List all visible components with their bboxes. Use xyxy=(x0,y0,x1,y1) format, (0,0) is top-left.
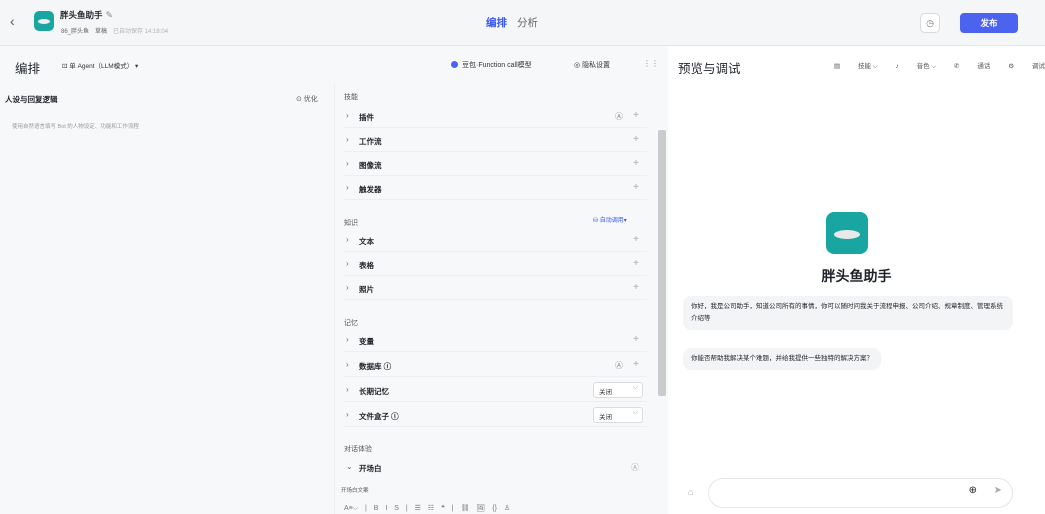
add-icon[interactable]: + xyxy=(633,334,639,345)
bot-title: 胖头鱼助手 ✎ xyxy=(60,10,114,20)
add-icon[interactable]: + xyxy=(633,134,639,145)
knowledge-item-text[interactable]: › 文本 + xyxy=(344,230,647,252)
persona-placeholder: 使用自然语言填写 Bot 的人物设定、功能和工作流程 xyxy=(12,124,139,130)
tab-arrange[interactable]: 编排 xyxy=(486,17,507,29)
skill-item-workflow[interactable]: › 工作流 + xyxy=(344,130,647,152)
clear-icon[interactable]: ⌂ xyxy=(688,487,693,497)
chevron-right-icon: › xyxy=(346,335,349,344)
edit-icon[interactable]: ✎ xyxy=(106,10,114,20)
skill-button[interactable]: ▤ 技能 ⌵ xyxy=(834,63,878,70)
bot-name: 胖头鱼助手 xyxy=(821,268,892,284)
memory-item-variable[interactable]: › 变量 + xyxy=(344,330,647,352)
chevron-right-icon: › xyxy=(346,135,349,144)
chevron-right-icon: › xyxy=(346,183,349,192)
skill-item-trigger[interactable]: › 触发器 + xyxy=(344,178,647,200)
chevron-right-icon: › xyxy=(346,259,349,268)
autosave-label: 已自动保存 14:18:04 xyxy=(113,29,169,35)
preview-toolbar: ▤ 技能 ⌵ ♪ 音色 ⌵ ✆ 通话 ⚙ 调试 xyxy=(818,60,1045,71)
back-icon[interactable]: ‹ xyxy=(10,13,15,29)
auto-call-toggle[interactable]: ⛁ 自动调用▾ xyxy=(593,215,627,224)
add-icon[interactable]: + xyxy=(633,182,639,193)
skill-section-title: 技能 xyxy=(344,94,358,101)
chevron-right-icon: › xyxy=(346,283,349,292)
optimize-button[interactable]: ⊙ 优化 xyxy=(296,94,318,104)
memory-item-filebox[interactable]: › 文件盒子 ⓘ 关闭 xyxy=(344,405,647,427)
model-icon xyxy=(451,61,458,68)
status-badge: 草稿 xyxy=(95,29,108,35)
opening-text-label: 开场白文案 xyxy=(341,488,369,494)
suggested-question[interactable]: 你能否帮助我解决某个难题，并给我提供一些独特的解决方案？ xyxy=(683,348,881,370)
scrollbar[interactable] xyxy=(658,130,666,396)
chevron-right-icon: › xyxy=(346,410,349,419)
chevron-right-icon: › xyxy=(346,159,349,168)
add-icon[interactable]: ⊕ xyxy=(969,485,977,496)
chevron-right-icon: › xyxy=(346,235,349,244)
greeting-bubble: 你好，我是公司助手，知道公司所有的事情，你可以随时问我关于流程申报、公司介绍、规… xyxy=(683,296,1013,330)
chevron-right-icon: › xyxy=(346,360,349,369)
memory-item-longterm[interactable]: › 长期记忆 关闭 xyxy=(344,380,647,402)
preview-title: 预览与调试 xyxy=(678,62,741,76)
opening-item[interactable]: ⌄ 开场白 Ⓐ xyxy=(344,457,647,479)
owner-label: 86_胖头鱼 xyxy=(61,29,90,35)
longterm-select[interactable]: 关闭 xyxy=(593,382,643,398)
add-icon[interactable]: + xyxy=(633,110,639,121)
arrange-title: 编排 xyxy=(15,62,41,76)
format-toolbar[interactable]: A≡⌵ | B I S | ☰ ☷ ❝ | ⛓ 🖼 {} ♙ xyxy=(344,504,510,513)
preview-panel: 预览与调试 ▤ 技能 ⌵ ♪ 音色 ⌵ ✆ 通话 ⚙ 调试 胖头鱼助手 你好，我… xyxy=(668,46,1045,514)
add-icon[interactable]: + xyxy=(633,234,639,245)
arrange-header: 编排 ⊡ 单 Agent（LLM模式） ▾ 豆包·Function call模型… xyxy=(0,46,668,84)
knowledge-section-title: 知识 xyxy=(344,220,358,227)
auto-icon[interactable]: Ⓐ xyxy=(615,360,623,371)
layout-icon[interactable]: ⋮⋮ xyxy=(643,59,659,68)
bot-avatar xyxy=(34,11,54,31)
arrange-panel: 编排 ⊡ 单 Agent（LLM模式） ▾ 豆包·Function call模型… xyxy=(0,46,668,514)
add-icon[interactable]: + xyxy=(633,158,639,169)
voice-button[interactable]: ♪ 音色 ⌵ xyxy=(896,63,937,70)
skill-item-plugin[interactable]: › 插件 Ⓐ + xyxy=(344,106,647,128)
dialog-section-title: 对话体验 xyxy=(344,446,372,453)
add-icon[interactable]: + xyxy=(633,258,639,269)
top-bar: ‹ 胖头鱼助手 ✎ 86_胖头鱼 草稿 已自动保存 14:18:04 编排 分析 ◷ 发… xyxy=(0,0,1045,46)
send-icon[interactable]: ➤ xyxy=(994,485,1002,496)
bot-meta: 86_胖头鱼 草稿 已自动保存 14:18:04 xyxy=(61,26,174,35)
tab-analyze[interactable]: 分析 xyxy=(517,17,538,29)
skills-panel: 技能 › 插件 Ⓐ + › 工作流 + › 图像流 + › 触发器 + 知识 ⛁ 自动调用▾ › 文… xyxy=(335,84,653,514)
chevron-right-icon: › xyxy=(346,385,349,394)
debug-button[interactable]: ⚙ 调试 xyxy=(1008,63,1045,70)
model-select[interactable]: 豆包·Function call模型 xyxy=(451,60,532,70)
publish-button[interactable]: 发布 xyxy=(960,13,1018,33)
knowledge-item-table[interactable]: › 表格 + xyxy=(344,254,647,276)
filebox-select[interactable]: 关闭 xyxy=(593,407,643,423)
knowledge-item-photo[interactable]: › 照片 + xyxy=(344,278,647,300)
skill-item-imageflow[interactable]: › 图像流 + xyxy=(344,154,647,176)
memory-section-title: 记忆 xyxy=(344,320,358,327)
auto-icon[interactable]: Ⓐ xyxy=(615,111,623,122)
history-icon[interactable]: ◷ xyxy=(920,13,940,33)
memory-item-database[interactable]: › 数据库 ⓘ Ⓐ + xyxy=(344,355,647,377)
chevron-down-icon: ⌄ xyxy=(346,462,353,471)
persona-title: 人设与回复逻辑 xyxy=(5,95,58,104)
call-button[interactable]: ✆ 通话 xyxy=(954,63,990,70)
auto-icon[interactable]: Ⓐ xyxy=(631,462,639,473)
add-icon[interactable]: + xyxy=(633,359,639,370)
bot-avatar-large xyxy=(826,212,868,254)
add-icon[interactable]: + xyxy=(633,282,639,293)
mode-tabs: 编排 分析 xyxy=(486,15,548,30)
privacy-button[interactable]: ◎ 隐私设置 xyxy=(574,60,610,70)
chevron-right-icon: › xyxy=(346,111,349,120)
agent-mode-select[interactable]: ⊡ 单 Agent（LLM模式） ▾ xyxy=(62,60,138,70)
persona-editor[interactable]: 人设与回复逻辑 ⊙ 优化 使用自然语言填写 Bot 的人物设定、功能和工作流程 xyxy=(0,84,334,514)
chat-input[interactable]: ⊕ ➤ xyxy=(708,478,1013,508)
